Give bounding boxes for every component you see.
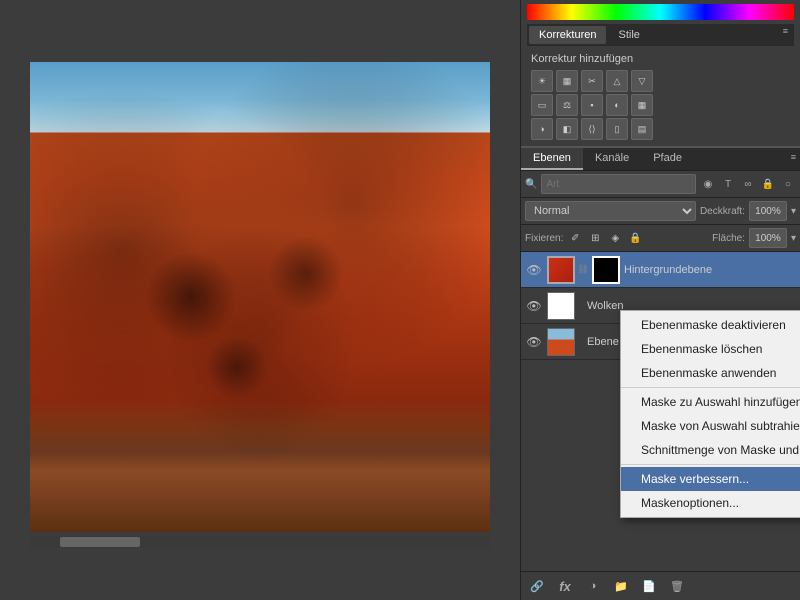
filter-icon1[interactable]: ◉ (700, 176, 716, 192)
rock-texture-overlay (30, 62, 490, 532)
scrollbar-thumb[interactable] (60, 537, 140, 547)
filter-icon2[interactable]: T (720, 176, 736, 192)
panel-menu-btn[interactable]: ≡ (783, 26, 788, 44)
context-menu-item-4[interactable]: Maske zu Auswahl hinzufügen (621, 390, 800, 414)
layer-item-hintergrund[interactable]: 👁 ⛓ Hintergrundebene (521, 252, 800, 288)
context-menu-item-8[interactable]: Maske verbessern... (621, 467, 800, 491)
fix-transparency-icon[interactable]: ◈ (607, 230, 623, 246)
app-container: Korrekturen Stile ≡ Korrektur hinzufügen… (0, 0, 800, 600)
layers-tabs: Ebenen Kanäle Pfade ≡ (521, 146, 800, 171)
context-menu-item-5[interactable]: Maske von Auswahl subtrahie... (621, 414, 800, 438)
fix-all-icon[interactable]: 🔒 (627, 230, 643, 246)
context-menu-separator-1 (621, 387, 800, 388)
context-menu-separator-2 (621, 464, 800, 465)
brightness-icon[interactable]: ☀ (531, 70, 553, 92)
layer-thumb-2 (547, 292, 575, 320)
layer-name-1: Hintergrundebene (624, 264, 796, 276)
layer-thumb-3 (547, 328, 575, 356)
canvas-image (30, 62, 490, 532)
flaeche-arrow[interactable]: ▾ (791, 233, 796, 244)
context-menu: Ebenenmaske deaktivieren Ebenenmaske lös… (620, 310, 800, 518)
korrekturen-icon-grid: ☀ ▦ ✂ △ ▽ ▭ ⚖ ▪ ◐ ▦ ◑ ◧ ⟨⟩ ▯ (527, 68, 794, 142)
opacity-input[interactable] (749, 201, 787, 221)
gradient-icon[interactable]: ▯ (606, 118, 628, 140)
context-menu-item-1[interactable]: Ebenenmaske löschen (621, 337, 800, 361)
colorbalance-icon[interactable]: ⚖ (556, 94, 578, 116)
threshold-icon[interactable]: ⟨⟩ (581, 118, 603, 140)
vibrance-icon[interactable]: ▽ (631, 70, 653, 92)
icon-row-2: ▭ ⚖ ▪ ◐ ▦ (531, 94, 790, 116)
tab-stile[interactable]: Stile (608, 26, 649, 44)
opacity-arrow[interactable]: ▾ (791, 206, 796, 217)
layers-filter-bar: 🔍 ◉ T ∞ 🔒 ○ (521, 171, 800, 198)
icon-row-3: ◑ ◧ ⟨⟩ ▯ ▤ (531, 118, 790, 140)
fix-label: Fixieren: (525, 233, 563, 244)
blend-mode-select[interactable]: Normal (525, 201, 696, 221)
blackwhite-icon[interactable]: ▪ (581, 94, 603, 116)
photfilter-icon[interactable]: ◐ (606, 94, 628, 116)
canvas-image-content (30, 62, 490, 532)
visibility-icon-2[interactable]: 👁 (525, 297, 543, 315)
icon-row-1: ☀ ▦ ✂ △ ▽ (531, 70, 790, 92)
context-menu-item-10[interactable]: Maskenoptionen... (621, 491, 800, 515)
flaeche-input[interactable] (749, 228, 787, 248)
invert-icon[interactable]: ◑ (531, 118, 553, 140)
fix-position-icon[interactable]: ✐ (567, 230, 583, 246)
layer-thumb-1 (547, 256, 575, 284)
canvas-area (0, 0, 520, 600)
flaeche-label: Fläche: (712, 233, 745, 244)
curves-icon[interactable]: ✂ (581, 70, 603, 92)
fix-row: Fixieren: ✐ ⊞ ◈ 🔒 Fläche: ▾ (521, 225, 800, 252)
tab-kanaele[interactable]: Kanäle (583, 148, 641, 170)
opacity-label: Deckkraft: (700, 206, 745, 217)
hsl-icon[interactable]: ▭ (531, 94, 553, 116)
panel-top: Korrekturen Stile ≡ Korrektur hinzufügen… (521, 0, 800, 146)
panel-tabs-korrekturen: Korrekturen Stile ≡ (527, 24, 794, 46)
context-menu-item-0[interactable]: Ebenenmaske deaktivieren (621, 313, 800, 337)
horizontal-scrollbar[interactable] (30, 536, 490, 548)
posterize-icon[interactable]: ◧ (556, 118, 578, 140)
chain-icon-1: ⛓ (579, 260, 587, 280)
new-layer-icon[interactable]: 📄 (639, 576, 659, 596)
visibility-icon-1[interactable]: 👁 (525, 261, 543, 279)
levels-icon[interactable]: ▦ (556, 70, 578, 92)
delete-layer-icon[interactable]: 🗑 (667, 576, 687, 596)
layers-panel-menu[interactable]: ≡ (787, 148, 800, 170)
adjustment-layer-icon[interactable]: ◑ (583, 576, 603, 596)
color-spectrum-bar (527, 4, 794, 20)
tab-pfade[interactable]: Pfade (641, 148, 694, 170)
link-icon[interactable]: 🔗 (527, 576, 547, 596)
filter-icon4[interactable]: 🔒 (760, 176, 776, 192)
filter-icon3[interactable]: ∞ (740, 176, 756, 192)
context-menu-item-2[interactable]: Ebenenmaske anwenden (621, 361, 800, 385)
fix-pixels-icon[interactable]: ⊞ (587, 230, 603, 246)
search-icon: 🔍 (525, 179, 537, 190)
exposure-icon[interactable]: △ (606, 70, 628, 92)
tab-ebenen[interactable]: Ebenen (521, 148, 583, 170)
filter-toggle[interactable]: ○ (780, 176, 796, 192)
visibility-icon-3[interactable]: 👁 (525, 333, 543, 351)
korrekturen-section-label: Korrektur hinzufügen (527, 50, 794, 68)
fx-button[interactable]: fx (555, 576, 575, 596)
tab-korrekturen[interactable]: Korrekturen (529, 26, 606, 44)
layer-search-input[interactable] (541, 174, 696, 194)
panel-bottom-toolbar: 🔗 fx ◑ 📁 📄 🗑 (521, 571, 800, 600)
layer-mask-1[interactable] (592, 256, 620, 284)
blend-opacity-row: Normal Deckkraft: ▾ (521, 198, 800, 225)
selective-icon[interactable]: ▤ (631, 118, 653, 140)
channelmixer-icon[interactable]: ▦ (631, 94, 653, 116)
context-menu-item-6[interactable]: Schnittmenge von Maske und... (621, 438, 800, 462)
group-layer-icon[interactable]: 📁 (611, 576, 631, 596)
